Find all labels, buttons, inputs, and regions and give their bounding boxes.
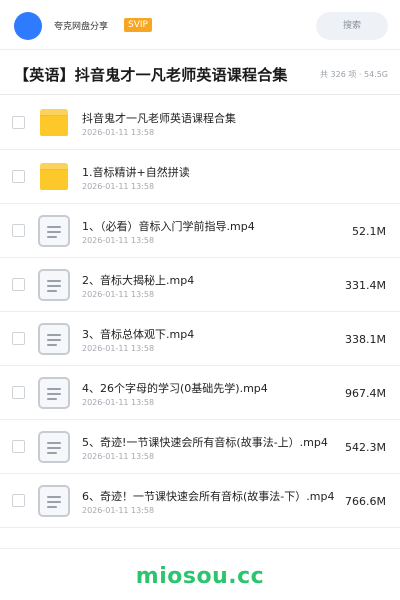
item-size: 52.1M — [352, 225, 386, 238]
list-item[interactable]: 5、奇迹!一节课快速会所有音标(故事法-上）.mp4 2026-01-11 13… — [0, 420, 400, 474]
search-input[interactable]: 搜索 — [316, 12, 388, 40]
item-date: 2026-01-11 13:58 — [82, 128, 155, 137]
item-date: 2026-01-11 13:58 — [82, 344, 155, 353]
svip-badge: SVIP — [124, 18, 152, 32]
item-size: 331.4M — [345, 279, 386, 292]
file-icon — [38, 485, 72, 517]
folder-meta: 共 326 项 · 54.5G — [320, 70, 388, 79]
row-checkbox[interactable] — [12, 332, 25, 345]
divider — [0, 548, 400, 549]
item-date: 2026-01-11 13:58 — [82, 182, 155, 191]
file-icon — [38, 431, 72, 463]
file-icon — [38, 377, 72, 409]
divider — [0, 94, 400, 95]
item-size: 967.4M — [345, 387, 386, 400]
file-list: 抖音鬼才一凡老师英语课程合集 2026-01-11 13:58 1.音标精讲+自… — [0, 96, 400, 528]
watermark: miosou.cc — [135, 564, 265, 589]
item-name: 1、（必看）音标入门学前指导.mp4 — [82, 220, 255, 233]
avatar[interactable] — [14, 12, 42, 40]
item-date: 2026-01-11 13:58 — [82, 398, 155, 407]
list-item[interactable]: 2、音标大揭秘上.mp4 2026-01-11 13:58 331.4M — [0, 258, 400, 312]
item-size: 542.3M — [345, 441, 386, 454]
sharer-name: 夸克网盘分享 — [54, 22, 109, 32]
item-name: 3、音标总体观下.mp4 — [82, 328, 195, 341]
list-item[interactable]: 3、音标总体观下.mp4 2026-01-11 13:58 338.1M — [0, 312, 400, 366]
folder-icon — [38, 161, 72, 193]
file-icon — [38, 215, 72, 247]
item-name: 1.音标精讲+自然拼读 — [82, 166, 190, 179]
list-item[interactable]: 1.音标精讲+自然拼读 2026-01-11 13:58 — [0, 150, 400, 204]
list-item[interactable]: 抖音鬼才一凡老师英语课程合集 2026-01-11 13:58 — [0, 96, 400, 150]
item-name: 6、奇迹！一节课快速会所有音标(故事法-下）.mp4 — [82, 490, 335, 503]
item-date: 2026-01-11 13:58 — [82, 452, 155, 461]
list-item[interactable]: 4、26个字母的学习(0基础先学).mp4 2026-01-11 13:58 9… — [0, 366, 400, 420]
row-checkbox[interactable] — [12, 494, 25, 507]
row-checkbox[interactable] — [12, 170, 25, 183]
item-date: 2026-01-11 13:58 — [82, 506, 155, 515]
item-name: 2、音标大揭秘上.mp4 — [82, 274, 195, 287]
row-checkbox[interactable] — [12, 440, 25, 453]
item-date: 2026-01-11 13:58 — [82, 236, 155, 245]
item-size: 766.6M — [345, 495, 386, 508]
file-icon — [38, 269, 72, 301]
folder-icon — [38, 107, 72, 139]
item-name: 5、奇迹!一节课快速会所有音标(故事法-上）.mp4 — [82, 436, 328, 449]
page-title: 【英语】抖音鬼才一凡老师英语课程合集 — [14, 66, 288, 84]
row-checkbox[interactable] — [12, 386, 25, 399]
list-item[interactable]: 6、奇迹！一节课快速会所有音标(故事法-下）.mp4 2026-01-11 13… — [0, 474, 400, 528]
row-checkbox[interactable] — [12, 278, 25, 291]
row-checkbox[interactable] — [12, 224, 25, 237]
item-size: 338.1M — [345, 333, 386, 346]
item-name: 抖音鬼才一凡老师英语课程合集 — [82, 112, 236, 125]
top-bar: 夸克网盘分享 SVIP 搜索 — [0, 0, 400, 50]
item-date: 2026-01-11 13:58 — [82, 290, 155, 299]
list-item[interactable]: 1、（必看）音标入门学前指导.mp4 2026-01-11 13:58 52.1… — [0, 204, 400, 258]
file-icon — [38, 323, 72, 355]
folder-header: 【英语】抖音鬼才一凡老师英语课程合集 共 326 项 · 54.5G — [0, 60, 400, 94]
row-checkbox[interactable] — [12, 116, 25, 129]
item-name: 4、26个字母的学习(0基础先学).mp4 — [82, 382, 268, 395]
